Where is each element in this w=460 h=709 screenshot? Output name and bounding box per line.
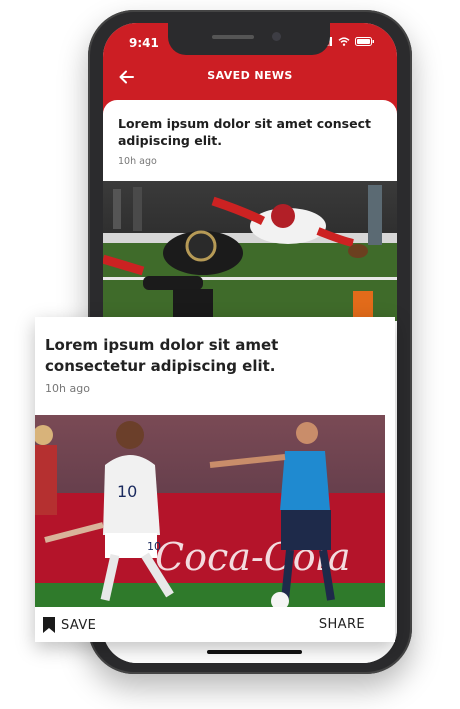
card-actions: SAVE SHARE [35, 608, 395, 642]
article-headline[interactable]: Lorem ipsum dolor sit amet consectetur a… [45, 335, 380, 377]
article-time: 10h ago [118, 156, 157, 167]
wifi-icon [338, 37, 350, 46]
jersey-number: 10 [117, 482, 137, 501]
news-card-expanded[interactable]: Lorem ipsum dolor sit amet consectetur a… [35, 317, 395, 642]
battery-icon [355, 37, 374, 46]
speaker [212, 35, 254, 39]
article-headline[interactable]: Lorem ipsum dolor sit amet consect adipi… [118, 115, 378, 149]
home-indicator [207, 650, 302, 654]
status-time: 9:41 [129, 36, 159, 50]
camera [272, 32, 281, 41]
shorts-number: 10 [147, 540, 161, 553]
save-label: SAVE [61, 617, 97, 633]
save-button[interactable]: SAVE [43, 617, 96, 633]
article-photo-football[interactable] [103, 181, 397, 321]
bookmark-icon [43, 617, 55, 633]
article-photo-soccer[interactable]: Coca-Cola 10 10 [35, 415, 385, 607]
phone-notch [168, 23, 330, 55]
article-time: 10h ago [45, 382, 90, 395]
share-button[interactable]: SHARE [319, 617, 365, 632]
page-title: SAVED NEWS [207, 69, 293, 82]
